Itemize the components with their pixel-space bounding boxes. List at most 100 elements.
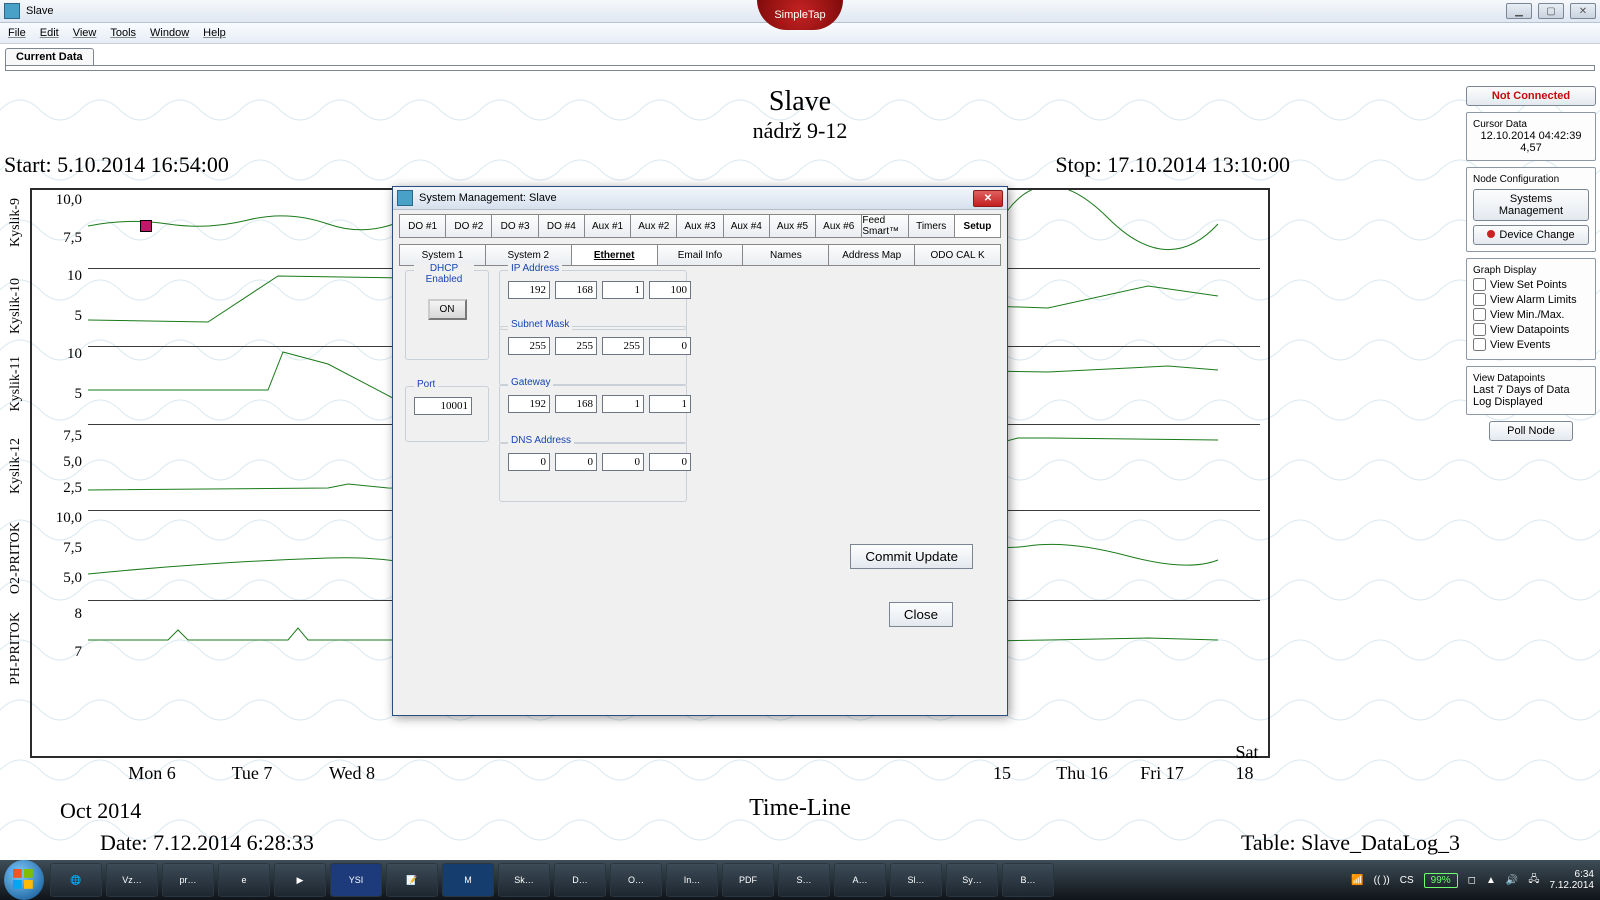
tray-network-icon[interactable]: 📶 — [1351, 875, 1363, 886]
tray-chevron-up-icon[interactable]: ▲ — [1486, 875, 1496, 886]
menu-help[interactable]: Help — [203, 27, 226, 39]
ip-3[interactable] — [649, 281, 691, 299]
task-notes[interactable]: 📝 — [386, 863, 438, 897]
system-tray: 📶 (( )) CS 99% ◻ ▲ 🔊 🖧 6:347.12.2014 — [1351, 869, 1600, 891]
tray-lang[interactable]: CS — [1400, 875, 1414, 886]
port-input[interactable] — [414, 397, 472, 415]
ip-2[interactable] — [602, 281, 644, 299]
maximize-button[interactable]: ▢ — [1538, 3, 1564, 19]
task-most[interactable]: M — [442, 863, 494, 897]
xaxis-title: Time-Line — [749, 795, 851, 822]
cb-events[interactable]: View Events — [1473, 338, 1589, 351]
task-paint[interactable]: B… — [1002, 863, 1054, 897]
tab-do1[interactable]: DO #1 — [399, 214, 445, 238]
gateway-label: Gateway — [508, 377, 553, 388]
close-button-dialog[interactable]: Close — [889, 602, 953, 627]
task-skype[interactable]: Sk… — [498, 863, 550, 897]
tray-clock[interactable]: 6:347.12.2014 — [1550, 869, 1595, 891]
start-button[interactable] — [4, 860, 44, 900]
fs-port: Port — [405, 386, 489, 442]
task-ysi-a[interactable]: A… — [834, 863, 886, 897]
menu-window[interactable]: Window — [150, 27, 189, 39]
dhcp-toggle[interactable]: ON — [428, 299, 467, 320]
tab-do3[interactable]: DO #3 — [491, 214, 537, 238]
tray-net2-icon[interactable]: 🖧 — [1528, 872, 1539, 889]
dialog-close-icon[interactable]: ✕ — [973, 190, 1003, 207]
minimize-button[interactable]: ▁ — [1506, 3, 1532, 19]
tab-setup[interactable]: Setup — [954, 214, 1001, 238]
tab-odocalk[interactable]: ODO CAL K — [914, 244, 1001, 266]
tab-addressmap[interactable]: Address Map — [828, 244, 914, 266]
port-label: Port — [414, 379, 438, 390]
task-wmp[interactable]: ▶ — [274, 863, 326, 897]
tray-battery[interactable]: 99% — [1424, 873, 1458, 888]
task-word[interactable]: S… — [778, 863, 830, 897]
task-chrome[interactable]: 🌐 — [50, 863, 102, 897]
tab-aux4[interactable]: Aux #4 — [723, 214, 769, 238]
commit-update-button[interactable]: Commit Update — [850, 544, 973, 569]
tray-speaker-icon[interactable]: 🔊 — [1506, 875, 1518, 886]
task-outlook[interactable]: O… — [610, 863, 662, 897]
sm-2[interactable] — [602, 337, 644, 355]
cb-min-max[interactable]: View Min./Max. — [1473, 308, 1589, 321]
cb-set-points[interactable]: View Set Points — [1473, 278, 1589, 291]
tab-feedsmart[interactable]: Feed Smart™ — [861, 214, 907, 238]
gw-0[interactable] — [508, 395, 550, 413]
gw-3[interactable] — [649, 395, 691, 413]
xtick-0: Mon 6 — [128, 763, 176, 784]
tab-ethernet[interactable]: Ethernet — [571, 244, 657, 266]
dns-0[interactable] — [508, 453, 550, 471]
ip-1[interactable] — [555, 281, 597, 299]
cb-alarm-limits[interactable]: View Alarm Limits — [1473, 293, 1589, 306]
menu-view[interactable]: View — [73, 27, 97, 39]
chart-subtitle: nádrž 9-12 — [0, 118, 1600, 144]
tab-aux6[interactable]: Aux #6 — [815, 214, 861, 238]
task-ysi[interactable]: YSI — [330, 863, 382, 897]
tab-aux3[interactable]: Aux #3 — [676, 214, 722, 238]
task-folder-1[interactable]: Vz… — [106, 863, 158, 897]
device-change-button[interactable]: Device Change — [1473, 225, 1589, 245]
task-in[interactable]: In… — [666, 863, 718, 897]
tray-action-icon[interactable]: ◻ — [1468, 875, 1476, 886]
tray-wifi-icon[interactable]: (( )) — [1374, 875, 1390, 886]
cb-datapoints[interactable]: View Datapoints — [1473, 323, 1589, 336]
tab-timers[interactable]: Timers — [908, 214, 954, 238]
menu-edit[interactable]: Edit — [40, 27, 59, 39]
dns-3[interactable] — [649, 453, 691, 471]
yaxis-1: Kyslik-10 — [8, 278, 24, 334]
task-ysi-sl[interactable]: Sl… — [890, 863, 942, 897]
tab-aux5[interactable]: Aux #5 — [769, 214, 815, 238]
menu-tools[interactable]: Tools — [110, 27, 136, 39]
tab-do2[interactable]: DO #2 — [445, 214, 491, 238]
tab-names[interactable]: Names — [742, 244, 828, 266]
task-d[interactable]: D… — [554, 863, 606, 897]
tab-aux1[interactable]: Aux #1 — [584, 214, 630, 238]
xtick-3: 15 — [993, 763, 1011, 784]
dns-1[interactable] — [555, 453, 597, 471]
systems-management-button[interactable]: Systems Management — [1473, 189, 1589, 221]
sm-0[interactable] — [508, 337, 550, 355]
data-marker — [140, 220, 152, 232]
sm-1[interactable] — [555, 337, 597, 355]
ip-0[interactable] — [508, 281, 550, 299]
sm-3[interactable] — [649, 337, 691, 355]
tab-aux2[interactable]: Aux #2 — [630, 214, 676, 238]
gw-2[interactable] — [602, 395, 644, 413]
dns-2[interactable] — [602, 453, 644, 471]
close-button[interactable]: ✕ — [1570, 3, 1596, 19]
tab-emailinfo[interactable]: Email Info — [657, 244, 743, 266]
fs-dhcp: DHCP Enabled ON — [405, 270, 489, 360]
yaxis-0: Kyslik-9 — [8, 198, 24, 247]
poll-node-button[interactable]: Poll Node — [1489, 421, 1573, 441]
task-folder-2[interactable]: pr… — [162, 863, 214, 897]
tab-current-data[interactable]: Current Data — [5, 48, 94, 65]
menu-file[interactable]: File — [8, 27, 26, 39]
task-ysi-sy[interactable]: Sy… — [946, 863, 998, 897]
chart-month: Oct 2014 — [60, 798, 141, 824]
tab-do4[interactable]: DO #4 — [538, 214, 584, 238]
warning-icon — [1487, 230, 1495, 238]
chart-title: Slave — [0, 86, 1600, 118]
gw-1[interactable] — [555, 395, 597, 413]
task-pdf[interactable]: PDF — [722, 863, 774, 897]
task-ie[interactable]: e — [218, 863, 270, 897]
